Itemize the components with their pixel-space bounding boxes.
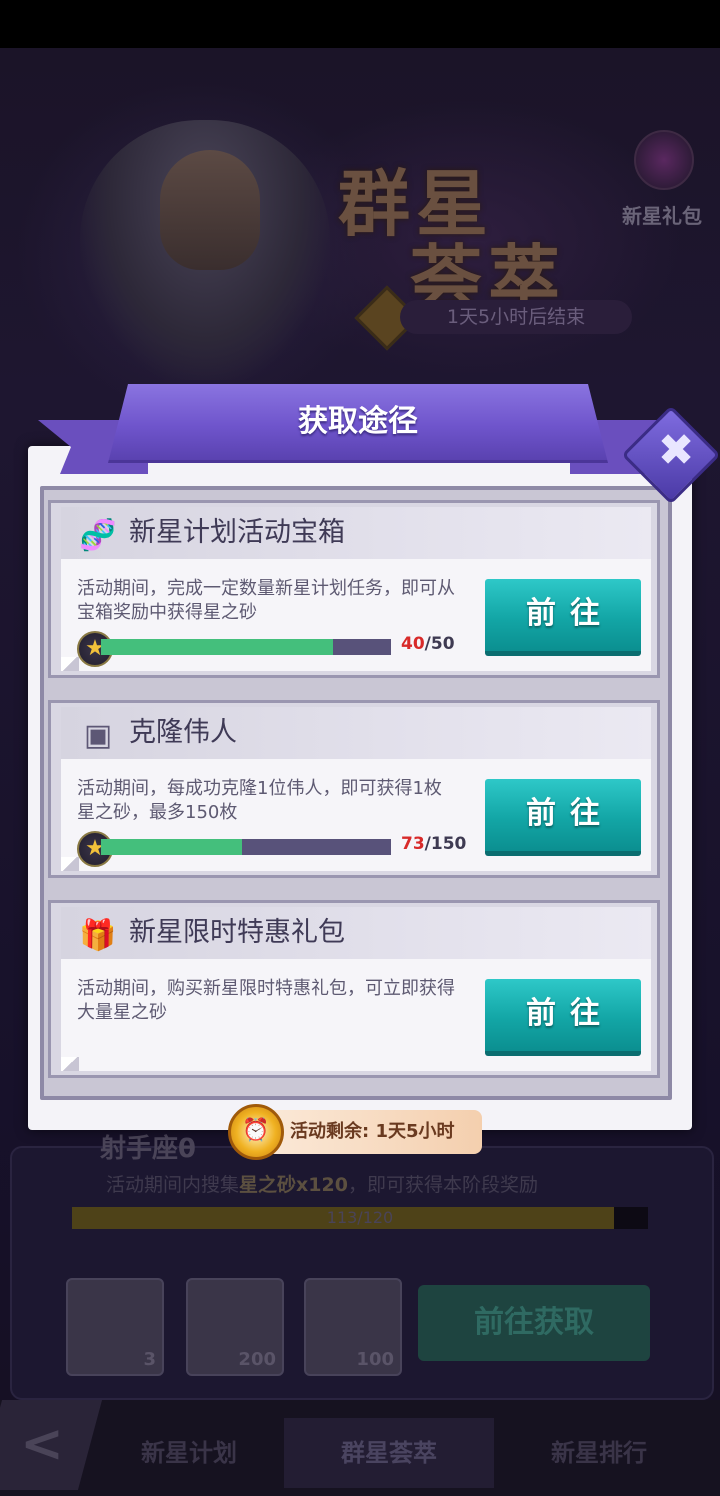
close-icon[interactable]: ✖ [644,418,708,484]
card-title: 新星计划活动宝箱 [129,517,345,548]
card-header: ▣ 克隆伟人 [61,707,651,759]
reward-qty: 3 [143,1349,156,1370]
stage-name: 射手座θ [100,1134,196,1164]
dna-icon: 🧬 [79,518,117,553]
page-fold [61,657,79,671]
reward-qty: 100 [356,1349,394,1370]
page-fold [61,857,79,871]
reward-card-pack[interactable]: 3 [66,1278,164,1376]
stage-progress-bar: 113/120 [72,1207,648,1229]
tab-new-star-ranking[interactable]: 新星排行 [494,1418,704,1488]
gift-icon [634,130,694,190]
chevron-left-icon: < [20,1414,64,1474]
gift-label: 新星礼包 [622,204,702,228]
event-remaining-badge: 活动剩余: 1天5小时 [264,1110,482,1154]
clone-chest-icon: ▣ [83,718,113,753]
progress-current: 40 [401,634,425,654]
card-description: 活动期间，每成功克隆1位伟人，即可获得1枚星之砂，最多150枚 [77,778,442,823]
card-progress-bar [101,839,391,855]
reward-ring[interactable]: 100 [304,1278,402,1376]
go-obtain-button[interactable]: 前往获取 [418,1285,650,1361]
status-bar [0,0,720,48]
card-header: 🎁 新星限时特惠礼包 [61,907,651,959]
go-button[interactable]: 前往 [485,979,641,1056]
hero-head [160,150,260,270]
go-button[interactable]: 前往 [485,579,641,656]
reward-canister[interactable]: 200 [186,1278,284,1376]
card-title: 新星限时特惠礼包 [129,917,345,948]
stage-desc-item: 星之砂x120 [239,1174,348,1196]
card-description: 活动期间，购买新星限时特惠礼包，可立即获得大量星之砂 [77,978,455,1023]
card-progress-fill [101,639,333,655]
source-card-limited-gift-pack: 🎁 新星限时特惠礼包 活动期间，购买新星限时特惠礼包，可立即获得大量星之砂 前往 [48,900,660,1078]
card-description: 活动期间，完成一定数量新星计划任务，即可从宝箱奖励中获得星之砂 [77,578,455,623]
event-remaining-text: 活动剩余: 1天5小时 [290,1121,455,1142]
tab-new-star-plan[interactable]: 新星计划 [84,1418,294,1488]
reward-qty: 200 [238,1349,276,1370]
card-progress-bar [101,639,391,655]
card-body: 活动期间，购买新星限时特惠礼包，可立即获得大量星之砂 前往 [61,959,651,1071]
page-fold [61,1057,79,1071]
card-title: 克隆伟人 [129,717,237,748]
gift-pack-button[interactable]: 新星礼包 [612,118,712,228]
source-card-clone-greats: ▣ 克隆伟人 活动期间，每成功克隆1位伟人，即可获得1枚星之砂，最多150枚 ★… [48,700,660,878]
modal-title: 获取途径 [298,404,418,439]
card-progress-fill [101,839,243,855]
go-button[interactable]: 前往 [485,779,641,856]
event-timer: 1天5小时后结束 [400,300,632,334]
gift-icon: 🎁 [79,918,117,953]
progress-max: /50 [424,634,455,654]
alarm-clock-icon: ⏰ [228,1104,284,1160]
card-progress-count: 40/50 [401,634,455,654]
tab-star-gathering[interactable]: 群星荟萃 [284,1418,494,1488]
card-header: 🧬 新星计划活动宝箱 [61,507,651,559]
stage-desc-prefix: 活动期间内搜集 [106,1174,240,1196]
source-card-new-star-chest: 🧬 新星计划活动宝箱 活动期间，完成一定数量新星计划任务，即可从宝箱奖励中获得星… [48,500,660,678]
stage-description: 活动期间内搜集星之砂x120，即可获得本阶段奖励 [106,1170,538,1197]
card-body: 活动期间，完成一定数量新星计划任务，即可从宝箱奖励中获得星之砂 ★ 40/50 … [61,559,651,671]
progress-current: 73 [401,834,425,854]
progress-max: /150 [424,834,467,854]
card-body: 活动期间，每成功克隆1位伟人，即可获得1枚星之砂，最多150枚 ★ 73/150… [61,759,651,871]
stage-progress-text: 113/120 [326,1208,394,1227]
stage-desc-suffix: ，即可获得本阶段奖励 [347,1174,538,1196]
card-progress-count: 73/150 [401,834,466,854]
